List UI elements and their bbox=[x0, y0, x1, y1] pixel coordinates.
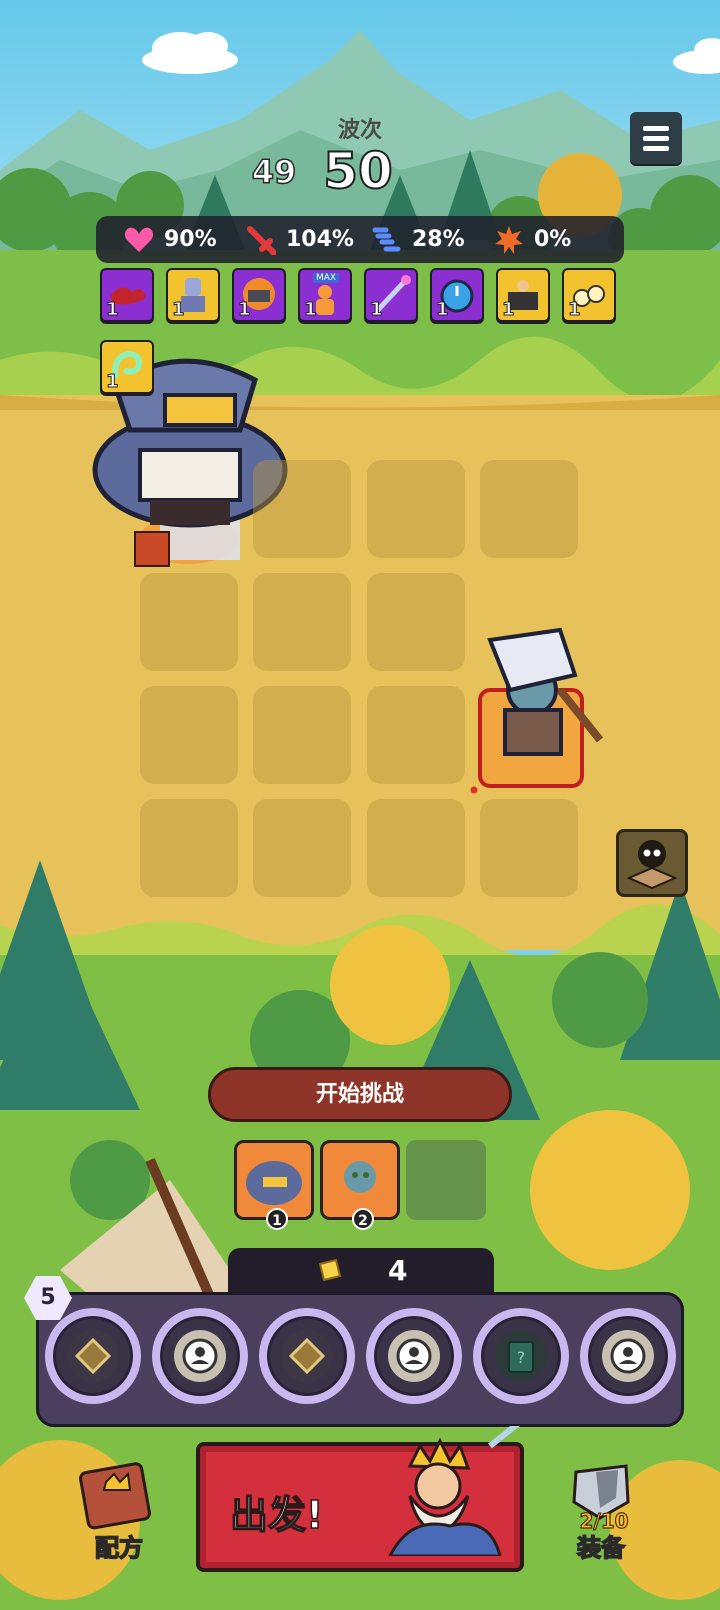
buff-count: 1 bbox=[172, 299, 185, 321]
zombie-axeman-unit[interactable] bbox=[470, 620, 590, 790]
stat-health-value: 90% bbox=[164, 227, 217, 252]
fire-anvil-buff[interactable]: 1 bbox=[232, 268, 286, 322]
buff-count: 1 bbox=[106, 299, 119, 321]
board-cell[interactable] bbox=[480, 799, 578, 897]
zombie-axeman-card[interactable]: 2 bbox=[320, 1140, 400, 1230]
hero-slot[interactable] bbox=[366, 1308, 462, 1404]
equipment-label: 装备 bbox=[576, 1533, 626, 1563]
board-cell[interactable] bbox=[480, 460, 578, 558]
coin-counter: 4 bbox=[228, 1248, 494, 1294]
current-wave-number: 50 bbox=[322, 141, 394, 201]
stat-attack-value: 104% bbox=[286, 227, 354, 252]
king-hero-icon bbox=[388, 1426, 520, 1556]
stats-bar: 90% 104% 28% 0% bbox=[96, 216, 624, 263]
board-cell[interactable] bbox=[367, 573, 465, 671]
recipe-button[interactable]: 配方 bbox=[74, 1462, 164, 1563]
menu-icon-line bbox=[643, 136, 669, 141]
diamond-icon bbox=[288, 1337, 326, 1375]
queue-order-badge: 2 bbox=[352, 1208, 374, 1230]
stat-attack: 104% bbox=[246, 216, 354, 263]
blood-splash-buff[interactable]: 1 bbox=[100, 268, 154, 322]
hero-slot[interactable] bbox=[580, 1308, 676, 1404]
equipment-count: 2/10 bbox=[579, 1509, 629, 1534]
diamond-slot[interactable] bbox=[45, 1308, 141, 1404]
hero-silhouette-icon bbox=[396, 1338, 432, 1374]
stopwatch-buff[interactable]: 1 bbox=[430, 268, 484, 322]
stat-health: 90% bbox=[124, 216, 217, 263]
recipe-label: 配方 bbox=[94, 1533, 144, 1563]
go-button[interactable]: 出发! bbox=[196, 1426, 524, 1572]
svg-text:?: ? bbox=[517, 1348, 526, 1367]
zombie-axeman-portrait-icon bbox=[344, 1161, 376, 1193]
stat-crit-value: 0% bbox=[534, 227, 572, 252]
buff-count: 1 bbox=[502, 299, 515, 321]
menu-icon bbox=[643, 126, 669, 131]
board-cell[interactable] bbox=[253, 799, 351, 897]
diamond-slot[interactable] bbox=[259, 1308, 355, 1404]
magic-wand-buff[interactable]: 1 bbox=[364, 268, 418, 322]
buff-count: 1 bbox=[568, 299, 581, 321]
max-hero-buff[interactable]: MAX 1 bbox=[298, 268, 352, 322]
crit-icon bbox=[495, 225, 523, 254]
diamond-icon bbox=[74, 1337, 112, 1375]
gold-pile-buff[interactable]: 1 bbox=[562, 268, 616, 322]
wave-label: 波次 bbox=[337, 118, 382, 143]
stat-speed-value: 28% bbox=[412, 227, 465, 252]
board-cell[interactable] bbox=[140, 573, 238, 671]
recipe-book-icon bbox=[79, 1462, 151, 1530]
board-cell[interactable] bbox=[140, 686, 238, 784]
stat-crit: 0% bbox=[494, 216, 571, 263]
knight-statue-buff[interactable]: 1 bbox=[166, 268, 220, 322]
board-cell[interactable] bbox=[367, 460, 465, 558]
queue-order-badge: 1 bbox=[266, 1208, 288, 1230]
buff-count: 1 bbox=[238, 299, 251, 321]
hero-silhouette-icon bbox=[610, 1338, 646, 1374]
skull-icon bbox=[626, 840, 678, 890]
stat-speed: 28% bbox=[372, 216, 465, 263]
board-cell[interactable] bbox=[367, 686, 465, 784]
menu-icon-line bbox=[643, 146, 669, 151]
buff-count: 1 bbox=[370, 299, 383, 321]
shark-brute-card[interactable]: 1 bbox=[234, 1140, 314, 1230]
hero-slot[interactable] bbox=[152, 1308, 248, 1404]
mystery-card-slot[interactable]: ? bbox=[473, 1308, 569, 1404]
empty-queue-slot bbox=[406, 1140, 486, 1220]
board-cell[interactable] bbox=[140, 799, 238, 897]
shark-brute-portrait-icon bbox=[246, 1161, 302, 1205]
start-challenge-button[interactable]: 开始挑战 bbox=[208, 1067, 512, 1122]
buff-count: 1 bbox=[436, 299, 449, 321]
board-cell[interactable] bbox=[253, 686, 351, 784]
previous-wave-number: 49 bbox=[251, 152, 297, 192]
sword-icon bbox=[247, 225, 276, 255]
mystery-card-icon: ? bbox=[508, 1341, 534, 1373]
board-cell[interactable] bbox=[367, 799, 465, 897]
treasure-chest-buff[interactable]: 1 bbox=[496, 268, 550, 322]
board-cell[interactable] bbox=[253, 573, 351, 671]
buff-count: 1 bbox=[304, 299, 317, 321]
heart-icon bbox=[124, 227, 154, 252]
gold-coin-icon bbox=[318, 1258, 342, 1282]
shark-brute-unit[interactable] bbox=[80, 350, 300, 540]
enemy-spawn-button[interactable] bbox=[616, 829, 688, 897]
speed-icon bbox=[372, 227, 401, 251]
go-label: 出发! bbox=[229, 1492, 324, 1538]
coin-value: 4 bbox=[388, 1254, 408, 1287]
menu-button[interactable] bbox=[630, 112, 682, 164]
hero-silhouette-icon bbox=[182, 1338, 218, 1374]
